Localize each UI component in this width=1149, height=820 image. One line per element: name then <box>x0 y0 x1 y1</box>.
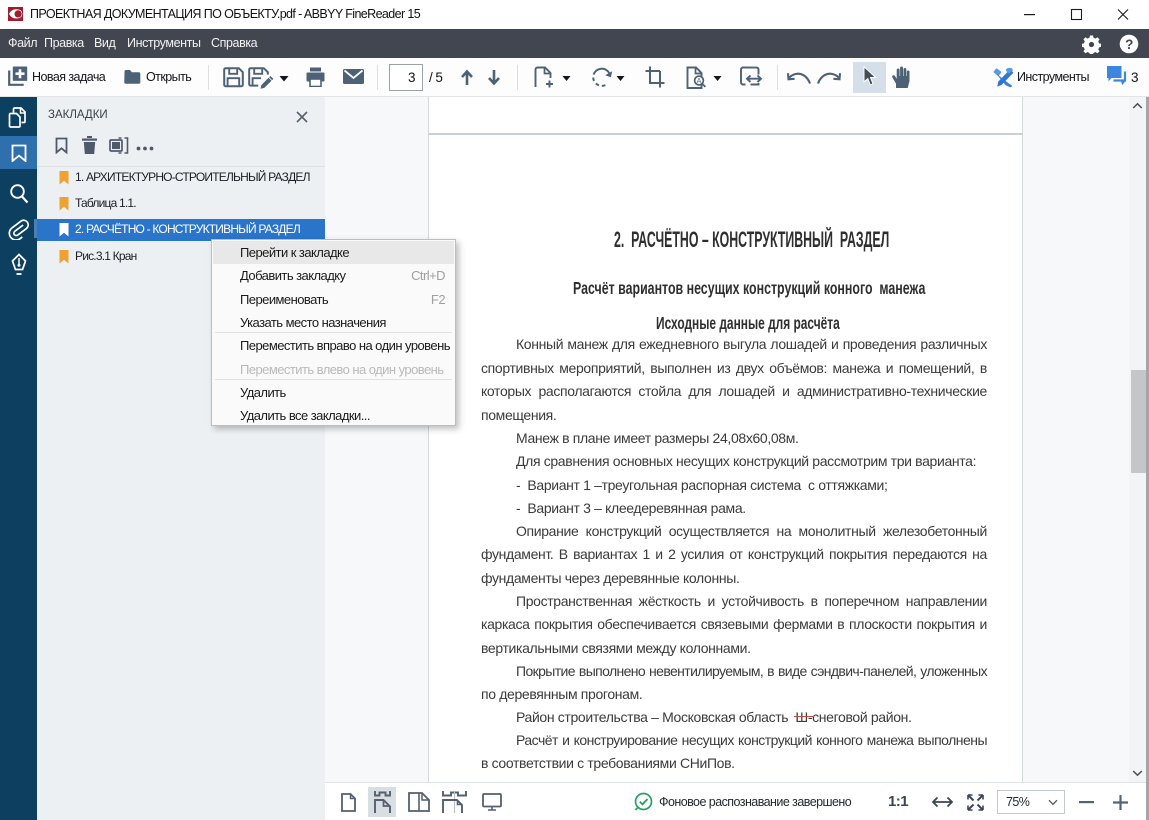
svg-text:?: ? <box>1125 37 1133 52</box>
svg-text:A: A <box>697 78 702 85</box>
